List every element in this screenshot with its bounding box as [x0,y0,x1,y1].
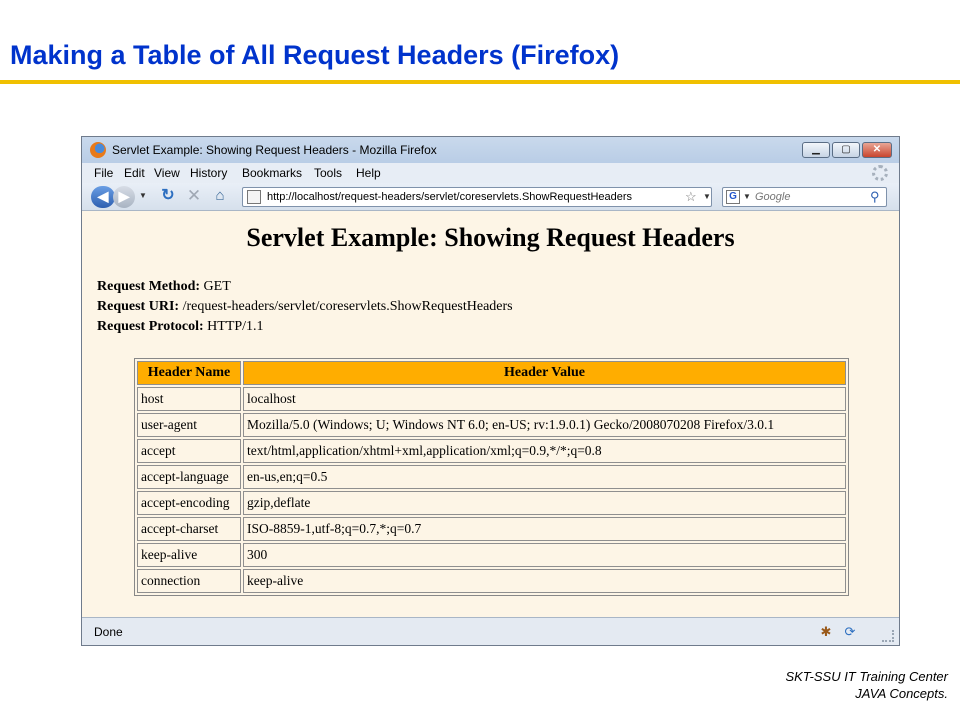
home-icon: ⌂ [215,187,225,204]
minimize-button[interactable]: ▁ [802,142,830,158]
bookmark-star-icon[interactable]: ☆ [685,189,697,205]
loading-throbber-icon [872,165,888,181]
footer-course: JAVA Concepts. [855,686,948,701]
history-dropdown-button[interactable]: ▼ [138,186,148,206]
header-name-cell: accept [137,439,241,463]
request-protocol-label: Request Protocol: [97,319,204,334]
window-title: Servlet Example: Showing Request Headers… [112,143,437,157]
reload-icon: ↻ [161,187,175,204]
table-row: accept text/html,application/xhtml+xml,a… [137,439,846,463]
maximize-button[interactable]: ▢ [832,142,860,158]
google-engine-icon[interactable]: G [726,190,740,204]
table-row: host localhost [137,387,846,411]
column-header-name: Header Name [137,361,241,385]
table-header-row: Header Name Header Value [137,361,846,385]
reload-button[interactable]: ↻ [158,186,178,206]
menu-file[interactable]: File [94,166,113,180]
request-headers-table: Header Name Header Value host localhost … [134,358,849,596]
header-value-cell: keep-alive [243,569,846,593]
table-row: connection keep-alive [137,569,846,593]
table-row: accept-charset ISO-8859-1,utf-8;q=0.7,*;… [137,517,846,541]
menu-bar: File Edit View History Bookmarks Tools H… [82,163,899,183]
url-dropdown-icon[interactable]: ▼ [703,192,711,201]
menu-help[interactable]: Help [356,166,381,180]
header-name-cell: accept-charset [137,517,241,541]
table-row: keep-alive 300 [137,543,846,567]
search-icon[interactable]: ⚲ [870,189,880,205]
header-value-cell: ISO-8859-1,utf-8;q=0.7,*;q=0.7 [243,517,846,541]
stop-button[interactable]: ✕ [184,186,204,206]
page-content: Servlet Example: Showing Request Headers… [82,211,899,617]
menu-tools[interactable]: Tools [314,166,342,180]
request-uri-line: Request URI: /request-headers/servlet/co… [97,299,513,315]
engine-dropdown-icon[interactable]: ▼ [743,192,751,201]
menu-bookmarks[interactable]: Bookmarks [242,166,302,180]
page-heading: Servlet Example: Showing Request Headers [246,223,735,252]
header-name-cell: host [137,387,241,411]
back-arrow-icon: ◀ [97,188,109,204]
request-uri-value: /request-headers/servlet/coreservlets.Sh… [182,299,513,314]
header-name-cell: connection [137,569,241,593]
request-uri-label: Request URI: [97,299,180,314]
slide-footer: SKT-SSU IT Training Center JAVA Concepts… [785,668,948,702]
status-bar: Done ✱ ⟳ [82,617,899,645]
forward-arrow-icon: ▶ [118,188,130,204]
site-identity-icon[interactable] [247,190,261,204]
status-text: Done [94,625,123,639]
footer-org: SKT-SSU IT Training Center [785,669,948,684]
close-button[interactable]: ✕ [862,142,892,158]
search-input[interactable] [755,190,865,204]
header-name-cell: keep-alive [137,543,241,567]
title-divider [0,80,960,84]
window-titlebar: Servlet Example: Showing Request Headers… [82,137,899,163]
home-button[interactable]: ⌂ [210,186,230,206]
column-header-value: Header Value [243,361,846,385]
menu-view[interactable]: View [154,166,180,180]
navigation-toolbar: ◀ ▶ ▼ ↻ ✕ ⌂ http://localhost/request-hea… [82,183,899,211]
addon-status-icon[interactable]: ⟳ [842,624,858,640]
firebug-icon[interactable]: ✱ [818,624,834,640]
slide-title: Making a Table of All Request Headers (F… [10,40,620,70]
request-method-label: Request Method: [97,279,201,294]
address-bar[interactable]: http://localhost/request-headers/servlet… [242,187,712,207]
request-method-value: GET [203,279,231,294]
stop-icon: ✕ [186,186,202,205]
address-url[interactable]: http://localhost/request-headers/servlet… [267,191,632,203]
search-bar[interactable]: G ▼ ⚲ [722,187,887,207]
menu-edit[interactable]: Edit [124,166,145,180]
close-icon: ✕ [872,144,882,155]
header-name-cell: accept-encoding [137,491,241,515]
request-method-line: Request Method: GET [97,279,231,295]
header-value-cell: gzip,deflate [243,491,846,515]
request-protocol-line: Request Protocol: HTTP/1.1 [97,319,264,335]
chevron-down-icon: ▼ [139,191,147,200]
minimize-icon: ▁ [812,144,820,155]
back-button[interactable]: ◀ [91,186,115,208]
header-value-cell: en-us,en;q=0.5 [243,465,846,489]
firefox-logo-icon [90,142,106,158]
header-name-cell: accept-language [137,465,241,489]
header-value-cell: 300 [243,543,846,567]
maximize-icon: ▢ [841,144,851,155]
request-protocol-value: HTTP/1.1 [207,319,264,334]
browser-window: Servlet Example: Showing Request Headers… [81,136,900,646]
table-row: accept-language en-us,en;q=0.5 [137,465,846,489]
forward-button[interactable]: ▶ [113,186,135,208]
menu-history[interactable]: History [190,166,227,180]
header-value-cell: localhost [243,387,846,411]
header-value-cell: Mozilla/5.0 (Windows; U; Windows NT 6.0;… [243,413,846,437]
header-name-cell: user-agent [137,413,241,437]
header-value-cell: text/html,application/xhtml+xml,applicat… [243,439,846,463]
table-row: accept-encoding gzip,deflate [137,491,846,515]
resize-grip[interactable] [882,630,894,642]
table-row: user-agent Mozilla/5.0 (Windows; U; Wind… [137,413,846,437]
